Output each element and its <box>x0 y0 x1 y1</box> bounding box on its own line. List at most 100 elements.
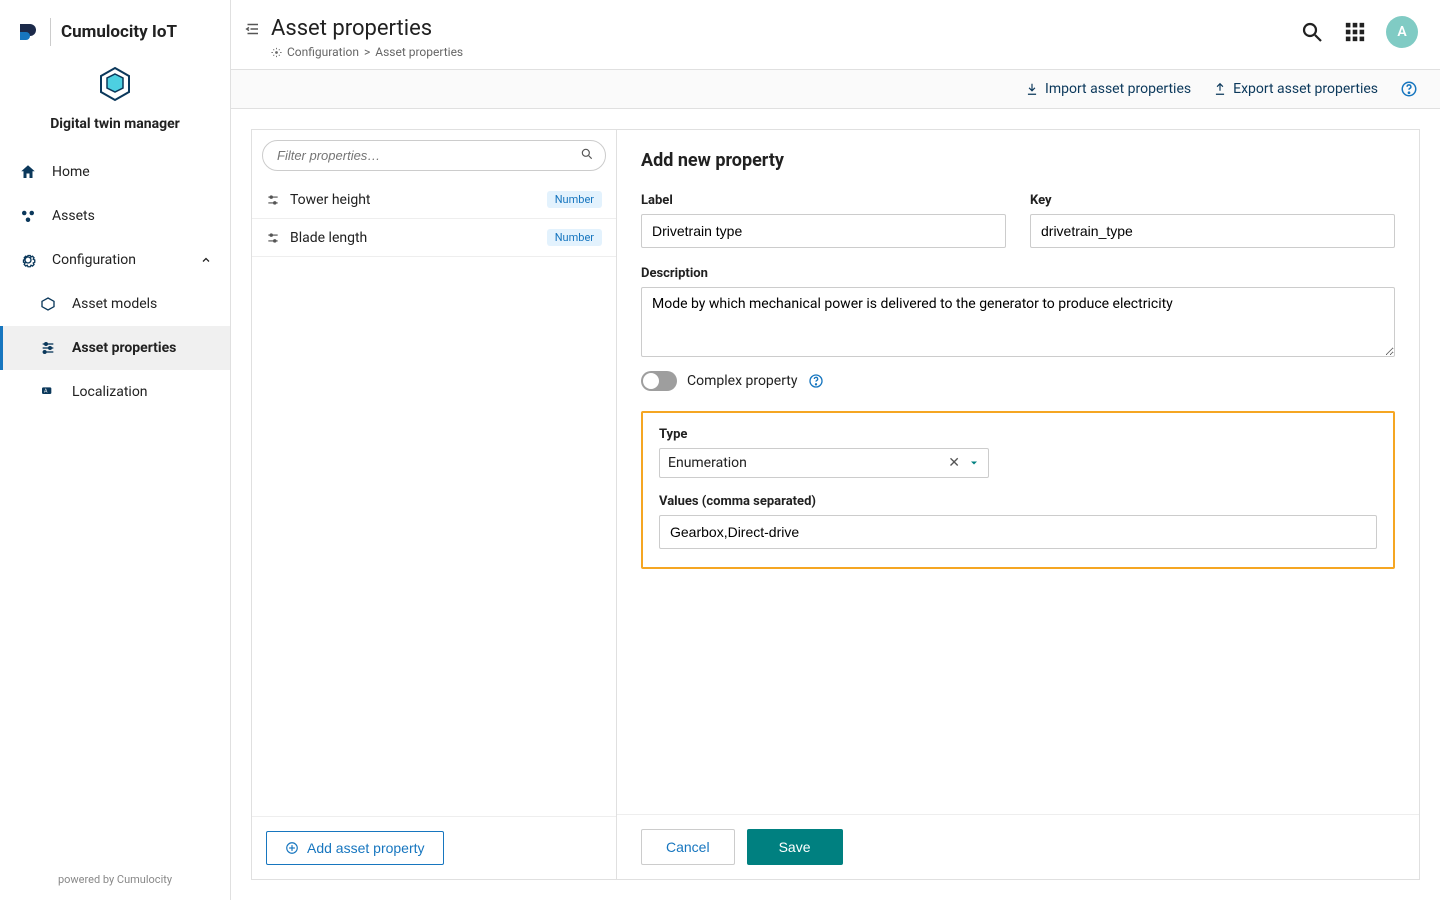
complex-property-label: Complex property <box>687 373 798 389</box>
content: Tower height Number Blade length Number … <box>231 109 1440 900</box>
property-row[interactable]: Blade length Number <box>252 219 616 257</box>
complex-property-toggle[interactable] <box>641 371 677 391</box>
values-input[interactable] <box>659 515 1377 549</box>
app-identity: Digital twin manager <box>0 54 230 150</box>
breadcrumb-separator: > <box>364 45 370 59</box>
app-title: Digital twin manager <box>0 116 230 132</box>
properties-list: Tower height Number Blade length Number <box>252 181 616 816</box>
filter-input[interactable] <box>262 140 606 171</box>
topbar-heading: Asset properties Configuration > Asset p… <box>271 16 463 59</box>
export-asset-properties[interactable]: Export asset properties <box>1213 81 1378 97</box>
description-input[interactable] <box>641 287 1395 357</box>
collapse-sidebar-icon[interactable] <box>243 20 261 38</box>
nav-home-label: Home <box>52 164 90 180</box>
label-field-label: Label <box>641 193 1006 208</box>
apps-grid-icon[interactable] <box>1344 21 1366 43</box>
assets-icon <box>18 206 38 226</box>
cube-icon <box>38 294 58 314</box>
form-title: Add new property <box>641 150 1395 171</box>
search-icon[interactable] <box>1300 20 1324 44</box>
description-group: Description <box>641 266 1395 357</box>
topbar: Asset properties Configuration > Asset p… <box>231 0 1440 70</box>
type-values-highlight: Type Enumeration ✕ Values (comma separat… <box>641 411 1395 569</box>
sidebar: Cumulocity IoT Digital twin manager Home… <box>0 0 231 900</box>
breadcrumb-current: Asset properties <box>375 45 463 59</box>
nav-localization[interactable]: A Localization <box>0 370 230 414</box>
nav-asset-properties-label: Asset properties <box>72 340 176 356</box>
gear-icon <box>18 250 38 270</box>
property-type-badge: Number <box>547 191 602 208</box>
property-type-badge: Number <box>547 229 602 246</box>
search-icon[interactable] <box>580 147 594 161</box>
property-label: Blade length <box>290 230 537 246</box>
key-group: Key <box>1030 193 1395 248</box>
export-label: Export asset properties <box>1233 81 1378 97</box>
values-label: Values (comma separated) <box>659 494 1377 509</box>
brand-logo-icon <box>16 20 40 44</box>
form-body: Add new property Label Key Description <box>617 130 1419 814</box>
localization-icon: A <box>38 382 58 402</box>
form-panel: Add new property Label Key Description <box>616 129 1420 880</box>
brand-name: Cumulocity IoT <box>61 22 177 42</box>
form-row-label-key: Label Key <box>641 193 1395 248</box>
nav-configuration-label: Configuration <box>52 252 136 268</box>
plus-icon <box>285 841 299 855</box>
type-group: Type Enumeration ✕ <box>659 427 1377 478</box>
properties-panel-footer: Add asset property <box>252 816 616 879</box>
breadcrumb: Configuration > Asset properties <box>271 45 463 59</box>
nav-list: Home Assets Configuration Asset models A… <box>0 150 230 414</box>
breadcrumb-root[interactable]: Configuration <box>287 45 359 59</box>
sliders-icon <box>266 231 280 245</box>
key-field-label: Key <box>1030 193 1395 208</box>
import-asset-properties[interactable]: Import asset properties <box>1025 81 1191 97</box>
values-group: Values (comma separated) <box>659 494 1377 549</box>
caret-down-icon[interactable] <box>968 457 980 469</box>
page-title: Asset properties <box>271 16 463 41</box>
logo-divider <box>50 18 51 46</box>
filter-wrap <box>252 130 616 181</box>
label-group: Label <box>641 193 1006 248</box>
help-icon[interactable] <box>808 373 824 389</box>
form-footer: Cancel Save <box>617 814 1419 879</box>
breadcrumb-gear-icon <box>271 47 282 58</box>
svg-text:A: A <box>44 389 48 395</box>
add-asset-property-label: Add asset property <box>307 840 425 856</box>
cancel-button[interactable]: Cancel <box>641 829 735 865</box>
avatar[interactable]: A <box>1386 16 1418 48</box>
topbar-right: A <box>1300 16 1418 48</box>
label-input[interactable] <box>641 214 1006 248</box>
type-select[interactable]: Enumeration ✕ <box>659 448 989 478</box>
property-label: Tower height <box>290 192 537 208</box>
complex-property-toggle-row: Complex property <box>641 371 1395 391</box>
toggle-knob <box>643 373 659 389</box>
nav-assets-label: Assets <box>52 208 95 224</box>
import-label: Import asset properties <box>1045 81 1191 97</box>
sidebar-footer: powered by Cumulocity <box>0 859 230 900</box>
nav-asset-models[interactable]: Asset models <box>0 282 230 326</box>
nav-asset-properties[interactable]: Asset properties <box>0 326 230 370</box>
description-label: Description <box>641 266 1395 281</box>
save-button[interactable]: Save <box>747 829 843 865</box>
nav-asset-models-label: Asset models <box>72 296 157 312</box>
app-cube-icon <box>95 64 135 104</box>
sliders-icon <box>38 338 58 358</box>
sidebar-header: Cumulocity IoT <box>0 0 230 54</box>
nav-assets[interactable]: Assets <box>0 194 230 238</box>
type-selected-value: Enumeration <box>668 455 940 471</box>
help-icon[interactable] <box>1400 80 1418 98</box>
import-icon <box>1025 82 1039 96</box>
nav-configuration[interactable]: Configuration <box>0 238 230 282</box>
property-row[interactable]: Tower height Number <box>252 181 616 219</box>
properties-panel: Tower height Number Blade length Number … <box>251 129 616 880</box>
nav-localization-label: Localization <box>72 384 148 400</box>
main: Asset properties Configuration > Asset p… <box>231 0 1440 900</box>
type-label: Type <box>659 427 1377 442</box>
actionbar: Import asset properties Export asset pro… <box>231 70 1440 109</box>
sliders-icon <box>266 193 280 207</box>
key-input[interactable] <box>1030 214 1395 248</box>
nav-home[interactable]: Home <box>0 150 230 194</box>
clear-icon[interactable]: ✕ <box>948 455 960 471</box>
export-icon <box>1213 82 1227 96</box>
add-asset-property-button[interactable]: Add asset property <box>266 831 444 865</box>
topbar-left: Asset properties Configuration > Asset p… <box>243 16 463 59</box>
